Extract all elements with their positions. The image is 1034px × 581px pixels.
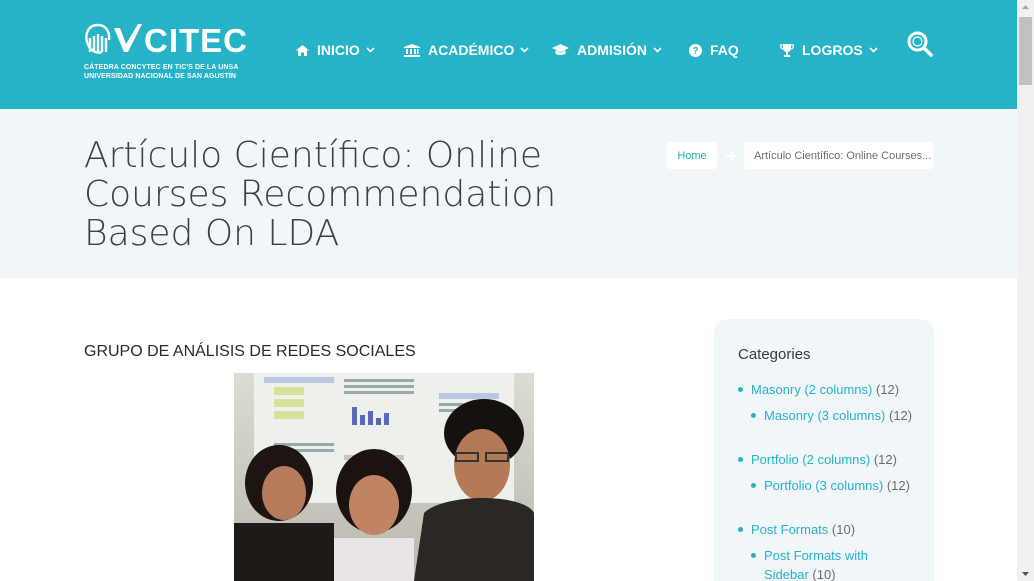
logo-mark-icon: [85, 23, 142, 54]
bullet-icon: [738, 527, 743, 532]
svg-text:?: ?: [692, 46, 698, 57]
chevron-down-icon: [366, 47, 375, 53]
nav-item-inicio[interactable]: INICIO: [296, 40, 375, 60]
scroll-down-button[interactable]: [1017, 567, 1034, 581]
home-icon: [296, 44, 309, 56]
group-photo: [234, 373, 534, 581]
university-icon: [404, 43, 420, 57]
category-item: Portfolio (3 columns) (12): [751, 476, 914, 495]
category-count: (12): [875, 382, 900, 397]
category-item: Post Formats with Sidebar (10): [751, 546, 904, 581]
page-title-band: Artículo Científico: Online Courses Reco…: [0, 109, 1017, 278]
group-photo-image: [234, 373, 534, 581]
question-circle-icon: ?: [689, 43, 702, 57]
bullet-icon: [738, 457, 743, 462]
category-link[interactable]: Masonry (3 columns): [764, 408, 889, 423]
site-logo[interactable]: CITEC CÁTEDRA CONCYTEC EN TIC'S DE LA UN…: [84, 22, 247, 82]
category-item: Masonry (3 columns) (12): [751, 406, 914, 425]
logo-wordmark: CITEC: [144, 22, 248, 59]
site-header: CITEC CÁTEDRA CONCYTEC EN TIC'S DE LA UN…: [0, 0, 1017, 109]
nav-label: ACADÉMICO: [428, 42, 515, 58]
triangle-down-icon: [1022, 572, 1029, 576]
category-link[interactable]: Portfolio (2 columns): [751, 452, 874, 467]
nav-item-academico[interactable]: ACADÉMICO: [404, 40, 529, 60]
category-count: (12): [886, 478, 910, 493]
sidebar-title: Categories: [738, 346, 811, 363]
logo-subtitle-line1: CÁTEDRA CONCYTEC EN TIC'S DE LA UNSA: [84, 64, 239, 71]
category-count: (12): [873, 452, 897, 467]
nav-label: FAQ: [710, 42, 739, 58]
chevron-down-icon: [869, 47, 878, 53]
nav-label: LOGROS: [802, 42, 863, 58]
bullet-icon: [751, 483, 756, 488]
category-item: Masonry (2 columns) (12): [738, 380, 900, 399]
arrow-right-icon: [726, 151, 737, 161]
vertical-scrollbar[interactable]: [1017, 0, 1034, 581]
scroll-up-button[interactable]: [1017, 0, 1034, 14]
search-icon: [907, 31, 933, 57]
nav-label: ADMISIÓN: [577, 42, 647, 58]
nav-item-admision[interactable]: ADMISIÓN: [552, 40, 662, 60]
scroll-thumb[interactable]: [1019, 17, 1032, 85]
nav-item-faq[interactable]: ? FAQ: [689, 40, 739, 60]
category-count: (10): [812, 567, 836, 581]
category-count: (12): [888, 408, 913, 423]
category-count: (10): [831, 522, 856, 537]
graduation-cap-icon: [552, 44, 569, 56]
breadcrumb-current: Artículo Científico: Online Courses...: [744, 142, 933, 169]
nav-item-logros[interactable]: LOGROS: [780, 40, 878, 60]
category-link[interactable]: Portfolio (3 columns): [764, 478, 887, 493]
content-heading: GRUPO DE ANÁLISIS DE REDES SOCIALES: [84, 343, 416, 360]
bullet-icon: [751, 413, 756, 418]
bullet-icon: [738, 387, 743, 392]
logo-subtitle-line2: UNIVERSIDAD NACIONAL DE SAN AGUSTÍN: [84, 73, 237, 80]
category-link[interactable]: Post Formats: [751, 522, 832, 537]
category-item: Post Formats (10): [738, 520, 856, 539]
chevron-down-icon: [520, 47, 529, 53]
chevron-down-icon: [653, 47, 662, 53]
page-title: Artículo Científico: Online Courses Reco…: [84, 135, 557, 254]
trophy-icon: [780, 43, 794, 57]
category-link[interactable]: Masonry (2 columns): [751, 382, 876, 397]
category-item: Portfolio (2 columns) (12): [738, 450, 897, 469]
breadcrumb-home-link[interactable]: Home: [667, 142, 717, 169]
nav-label: INICIO: [317, 42, 360, 58]
triangle-up-icon: [1022, 5, 1029, 9]
sidebar-categories: Categories Masonry (2 columns) (12) Maso…: [714, 319, 934, 581]
search-button[interactable]: [907, 31, 933, 57]
bullet-icon: [751, 553, 756, 558]
